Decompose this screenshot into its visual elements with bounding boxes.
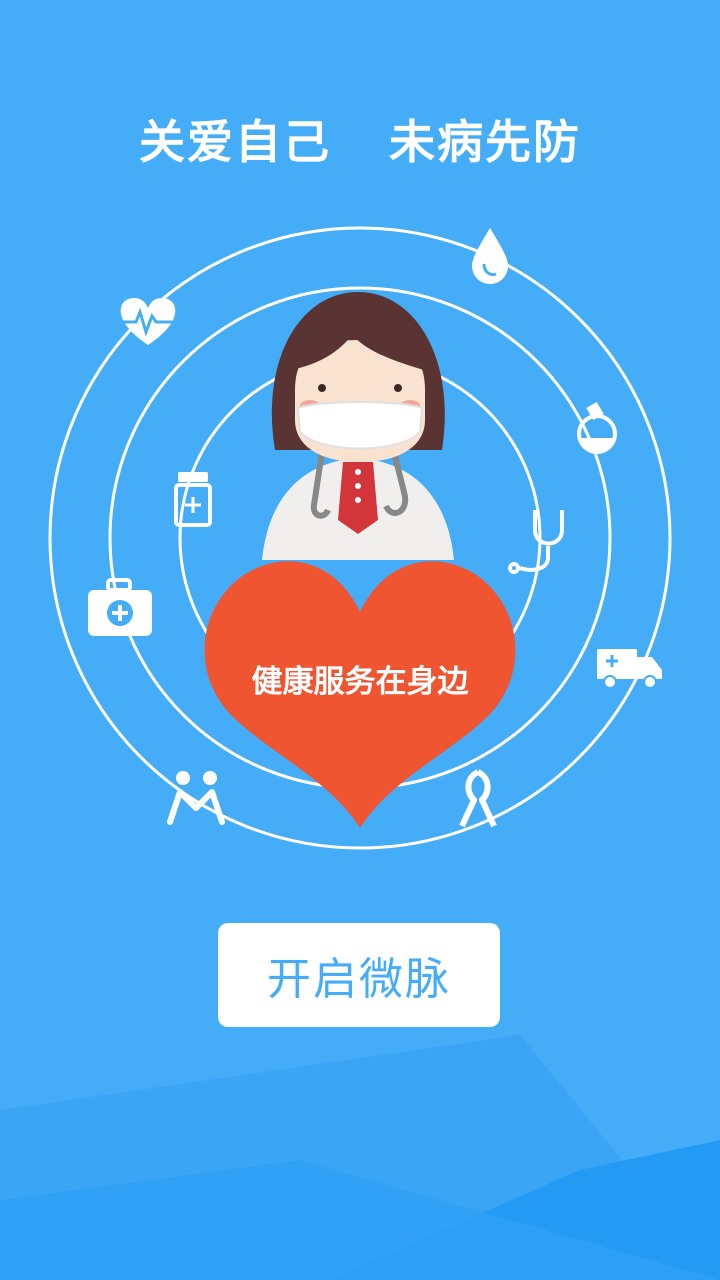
ambulance-icon bbox=[597, 649, 662, 689]
doctor-illustration bbox=[262, 292, 454, 560]
awareness-ribbon-icon bbox=[459, 769, 497, 828]
heart-caption: 健康服务在身边 bbox=[251, 664, 469, 700]
headline-right: 未病先防 bbox=[389, 115, 581, 169]
people-icon bbox=[167, 771, 225, 825]
start-button[interactable]: 开启微脉 bbox=[218, 923, 500, 1027]
headline: 关爱自己 未病先防 bbox=[0, 106, 720, 172]
heartbeat-icon bbox=[120, 298, 176, 345]
stethoscope-icon bbox=[508, 510, 564, 574]
headline-left: 关爱自己 bbox=[139, 115, 331, 169]
first-aid-kit-icon bbox=[88, 578, 152, 636]
health-illustration bbox=[48, 226, 672, 850]
water-drop-icon bbox=[472, 228, 508, 284]
